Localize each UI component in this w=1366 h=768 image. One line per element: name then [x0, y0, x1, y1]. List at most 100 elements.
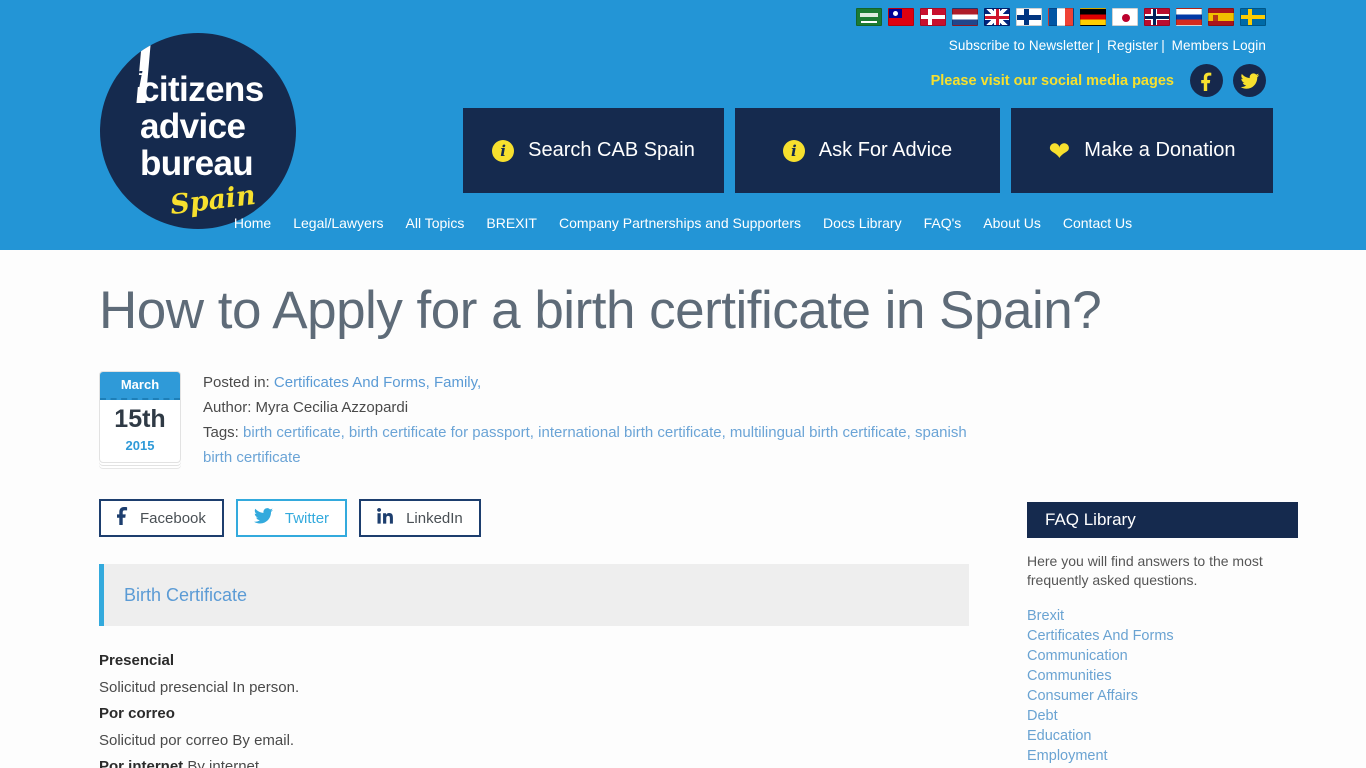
share-twitter-button[interactable]: Twitter — [235, 499, 348, 537]
post-meta-row: March 15th 2015 Posted in: Certificates … — [99, 370, 969, 470]
twitter-icon — [253, 507, 273, 529]
faq-link-consumer-affairs[interactable]: Consumer Affairs — [1027, 686, 1298, 706]
flag-spain-icon[interactable] — [1208, 8, 1234, 26]
share-buttons-row: Facebook Twitter LinkedIn — [99, 499, 969, 537]
faq-link-employment[interactable]: Employment — [1027, 746, 1298, 766]
search-cab-spain-label: Search CAB Spain — [528, 139, 695, 161]
share-facebook-label: Facebook — [140, 509, 206, 527]
article-column: March 15th 2015 Posted in: Certificates … — [99, 370, 969, 768]
post-categories-link[interactable]: Certificates And Forms, Family, — [274, 374, 481, 391]
facebook-icon — [117, 506, 128, 530]
nav-item-home[interactable]: Home — [223, 215, 282, 231]
heart-icon: ❤ — [1048, 135, 1071, 166]
ask-for-advice-label: Ask For Advice — [818, 139, 953, 161]
faq-sidebar: FAQ Library Here you will find answers t… — [1027, 502, 1298, 768]
search-cab-spain-button[interactable]: i Search CAB Spain — [463, 108, 724, 193]
author-name: Myra Cecilia Azzopardi — [255, 399, 409, 416]
faq-link-education[interactable]: Education — [1027, 726, 1298, 746]
nav-item-faq-s[interactable]: FAQ's — [913, 215, 973, 231]
top-utility-links: Subscribe to Newsletter | Register | Membe… — [949, 38, 1266, 53]
article-bold-text: Por correo — [99, 705, 175, 722]
flag-saudi-arabia-icon[interactable] — [856, 8, 882, 26]
flag-denmark-icon[interactable] — [920, 8, 946, 26]
nav-item-company-partnerships-and-supporters[interactable]: Company Partnerships and Supporters — [548, 215, 812, 231]
info-icon: i — [492, 139, 515, 162]
members-login-link[interactable]: Members Login — [1172, 38, 1266, 53]
article-paragraph: Solicitud por correo By email. — [99, 728, 969, 754]
article-text: By internet. — [183, 758, 264, 768]
make-a-donation-button[interactable]: ❤ Make a Donation — [1011, 108, 1273, 193]
social-media-row: Please visit our social media pages — [931, 64, 1266, 97]
make-a-donation-label: Make a Donation — [1084, 139, 1236, 161]
article-paragraph: Solicitud presencial In person. — [99, 675, 969, 701]
ask-for-advice-button[interactable]: i Ask For Advice — [735, 108, 1000, 193]
site-logo[interactable]: i citizens advice bureau Spain — [100, 33, 296, 229]
nav-item-all-topics[interactable]: All Topics — [395, 215, 476, 231]
nav-item-about-us[interactable]: About Us — [972, 215, 1052, 231]
flag-netherlands-icon[interactable] — [952, 8, 978, 26]
link-separator-2: | — [1161, 38, 1165, 53]
nav-item-docs-library[interactable]: Docs Library — [812, 215, 913, 231]
post-date-month: March — [100, 372, 180, 400]
flag-japan-icon[interactable] — [1112, 8, 1138, 26]
share-linkedin-label: LinkedIn — [406, 509, 463, 527]
language-flag-list — [856, 8, 1266, 26]
article-paragraph: Por internet By internet. — [99, 754, 969, 768]
author-label: Author: — [203, 399, 252, 416]
post-date-badge: March 15th 2015 — [99, 371, 181, 463]
flag-united-kingdom-icon[interactable] — [984, 8, 1010, 26]
social-media-label: Please visit our social media pages — [930, 72, 1174, 89]
tags-label: Tags: — [203, 424, 239, 441]
article-text: Solicitud presencial In person. — [99, 678, 300, 696]
share-linkedin-button[interactable]: LinkedIn — [359, 499, 481, 537]
facebook-icon[interactable] — [1190, 64, 1223, 97]
flag-germany-icon[interactable] — [1080, 8, 1106, 26]
nav-item-legal-lawyers[interactable]: Legal/Lawyers — [282, 215, 394, 231]
post-date-year: 2015 — [125, 438, 155, 453]
flag-russia-icon[interactable] — [1176, 8, 1202, 26]
logo-wordmark: citizens advice bureau — [140, 71, 264, 182]
site-header: Subscribe to Newsletter | Register | Membe… — [0, 0, 1366, 250]
birth-certificate-callout: Birth Certificate — [99, 564, 969, 626]
share-facebook-button[interactable]: Facebook — [99, 499, 224, 537]
flag-norway-icon[interactable] — [1144, 8, 1170, 26]
article-paragraph: Presencial — [99, 648, 969, 674]
tags-line: Tags: birth certificate, birth certifica… — [203, 420, 969, 470]
faq-description: Here you will find answers to the most f… — [1027, 553, 1263, 588]
flag-taiwan-icon[interactable] — [888, 8, 914, 26]
article-bold-text: Presencial — [99, 652, 175, 669]
share-twitter-label: Twitter — [284, 509, 330, 527]
logo-line-bureau: bureau — [140, 144, 254, 183]
post-tags-link[interactable]: birth certificate, birth certificate for… — [203, 424, 967, 466]
faq-link-debt[interactable]: Debt — [1027, 706, 1298, 726]
register-link[interactable]: Register — [1107, 38, 1158, 53]
author-line: Author: Myra Cecilia Azzopardi — [203, 395, 969, 420]
post-meta-text: Posted in: Certificates And Forms, Famil… — [203, 370, 969, 470]
flag-sweden-icon[interactable] — [1240, 8, 1266, 26]
faq-category-list: Brexit Certificates And Forms Communicatio… — [1027, 606, 1298, 768]
page-title: How to Apply for a birth certificate in … — [99, 281, 1102, 340]
flag-finland-icon[interactable] — [1016, 8, 1042, 26]
logo-line-advice: advice — [140, 107, 246, 146]
main-navigation: Home Legal/Lawyers All Topics BREXIT Company… — [0, 215, 1366, 231]
faq-link-brexit[interactable]: Brexit — [1027, 606, 1298, 626]
nav-item-contact-us[interactable]: Contact Us — [1052, 215, 1143, 231]
article-text: Solicitud por correo By email. — [99, 731, 295, 749]
posted-in-label: Posted in: — [203, 374, 270, 391]
faq-link-certificates-and-forms[interactable]: Certificates And Forms — [1027, 626, 1298, 646]
link-separator-1: | — [1096, 38, 1101, 53]
faq-link-communication[interactable]: Communication — [1027, 646, 1298, 666]
logo-line-citizens: citizens — [140, 70, 264, 109]
info-icon: i — [782, 139, 805, 162]
article-bold-text: Por internet — [99, 758, 184, 768]
subscribe-newsletter-link[interactable]: Subscribe to Newsletter — [949, 38, 1094, 53]
posted-in-line: Posted in: Certificates And Forms, Famil… — [203, 370, 969, 395]
linkedin-icon — [377, 507, 394, 529]
faq-library-header: FAQ Library — [1027, 502, 1298, 538]
flag-france-icon[interactable] — [1048, 8, 1074, 26]
nav-item-brexit[interactable]: BREXIT — [475, 215, 548, 231]
header-cta-row: i Search CAB Spain i Ask For Advice ❤ Ma… — [463, 108, 1273, 193]
twitter-icon[interactable] — [1233, 64, 1266, 97]
faq-link-communities[interactable]: Communities — [1027, 666, 1298, 686]
callout-title: Birth Certificate — [124, 584, 248, 605]
